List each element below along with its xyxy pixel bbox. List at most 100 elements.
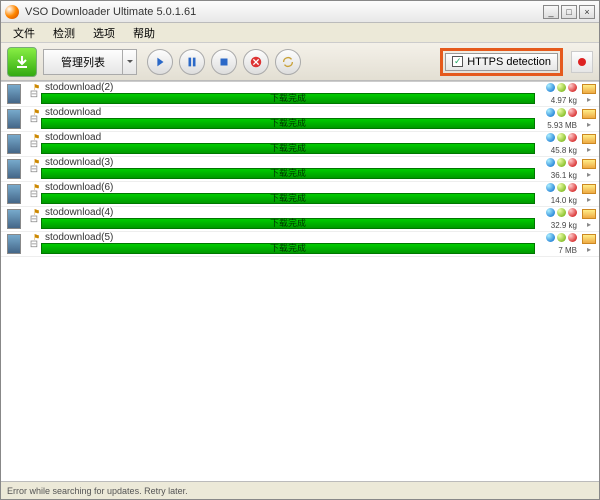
play-icon — [153, 55, 167, 69]
folder-icon[interactable] — [582, 84, 596, 94]
add-download-button[interactable] — [7, 47, 37, 77]
progress-status: 下载完成 — [270, 241, 306, 254]
download-name: stodownload — [45, 107, 101, 118]
start-button[interactable] — [147, 49, 173, 75]
manage-list-button[interactable]: 管理列表 — [43, 49, 123, 75]
download-item: ⚑stodownload(2)下载完成 — [41, 82, 535, 106]
row-actions: 4.97 kg — [535, 82, 579, 106]
row-side: ▸ — [579, 132, 599, 156]
menu-file[interactable]: 文件 — [5, 23, 43, 43]
convert-button[interactable] — [275, 49, 301, 75]
menu-options[interactable]: 选项 — [85, 23, 123, 43]
folder-icon[interactable] — [582, 134, 596, 144]
play-row-icon[interactable] — [557, 233, 566, 242]
info-icon[interactable] — [546, 208, 555, 217]
info-icon[interactable] — [546, 183, 555, 192]
download-list[interactable]: ⊟⚑stodownload(2)下载完成4.97 kg▸⊟⚑stodownloa… — [1, 81, 599, 481]
download-row[interactable]: ⊟⚑stodownload(3)下载完成36.1 kg▸ — [1, 157, 599, 182]
file-size: 45.8 kg — [551, 146, 577, 155]
more-icon[interactable]: ▸ — [587, 220, 591, 229]
flag-icon: ⚑ — [33, 133, 40, 142]
maximize-button[interactable]: □ — [561, 5, 577, 19]
play-row-icon[interactable] — [557, 108, 566, 117]
remove-row-icon[interactable] — [568, 183, 577, 192]
checkbox-icon: ✓ — [452, 56, 463, 67]
title-bar: VSO Downloader Ultimate 5.0.1.61 _ □ × — [1, 1, 599, 23]
row-side: ▸ — [579, 182, 599, 206]
thumbnail — [1, 82, 27, 106]
row-actions: 5.93 MB — [535, 107, 579, 131]
row-side: ▸ — [579, 107, 599, 131]
play-row-icon[interactable] — [557, 83, 566, 92]
file-size: 14.0 kg — [551, 196, 577, 205]
more-icon[interactable]: ▸ — [587, 95, 591, 104]
download-name: stodownload(2) — [45, 82, 113, 93]
minimize-button[interactable]: _ — [543, 5, 559, 19]
thumbnail — [1, 207, 27, 231]
download-arrow-icon — [14, 54, 30, 70]
menu-detect[interactable]: 检测 — [45, 23, 83, 43]
download-row[interactable]: ⊟⚑stodownload(5)下载完成7 MB▸ — [1, 232, 599, 257]
download-name: stodownload(3) — [45, 157, 113, 168]
flag-icon: ⚑ — [33, 208, 40, 217]
more-icon[interactable]: ▸ — [587, 145, 591, 154]
thumbnail — [1, 157, 27, 181]
folder-icon[interactable] — [582, 209, 596, 219]
record-icon — [578, 58, 586, 66]
chevron-down-icon — [126, 58, 134, 66]
info-icon[interactable] — [546, 133, 555, 142]
manage-list-dropdown[interactable] — [123, 49, 137, 75]
info-icon[interactable] — [546, 108, 555, 117]
https-detection-toggle[interactable]: ✓ HTTPS detection — [445, 53, 558, 71]
download-item: ⚑stodownload下载完成 — [41, 132, 535, 156]
remove-row-icon[interactable] — [568, 158, 577, 167]
remove-row-icon[interactable] — [568, 208, 577, 217]
remove-row-icon[interactable] — [568, 233, 577, 242]
remove-row-icon[interactable] — [568, 83, 577, 92]
more-icon[interactable]: ▸ — [587, 195, 591, 204]
https-detection-highlight: ✓ HTTPS detection — [440, 48, 563, 76]
thumbnail — [1, 232, 27, 256]
progress-status: 下载完成 — [270, 91, 306, 104]
download-row[interactable]: ⊟⚑stodownload下载完成5.93 MB▸ — [1, 107, 599, 132]
play-row-icon[interactable] — [557, 208, 566, 217]
thumbnail — [1, 182, 27, 206]
info-icon[interactable] — [546, 233, 555, 242]
folder-icon[interactable] — [582, 184, 596, 194]
download-item: ⚑stodownload(3)下载完成 — [41, 157, 535, 181]
pause-button[interactable] — [179, 49, 205, 75]
pause-icon — [185, 55, 199, 69]
file-size: 4.97 kg — [551, 96, 577, 105]
more-icon[interactable]: ▸ — [587, 245, 591, 254]
row-side: ▸ — [579, 82, 599, 106]
record-button[interactable] — [571, 51, 593, 73]
remove-row-icon[interactable] — [568, 133, 577, 142]
download-item: ⚑stodownload(4)下载完成 — [41, 207, 535, 231]
download-row[interactable]: ⊟⚑stodownload(4)下载完成32.9 kg▸ — [1, 207, 599, 232]
flag-icon: ⚑ — [33, 233, 40, 242]
more-icon[interactable]: ▸ — [587, 170, 591, 179]
folder-icon[interactable] — [582, 234, 596, 244]
stop-button[interactable] — [211, 49, 237, 75]
folder-icon[interactable] — [582, 159, 596, 169]
delete-button[interactable] — [243, 49, 269, 75]
more-icon[interactable]: ▸ — [587, 120, 591, 129]
flag-icon: ⚑ — [33, 83, 40, 92]
delete-icon — [249, 55, 263, 69]
row-actions: 7 MB — [535, 232, 579, 256]
menu-help[interactable]: 帮助 — [125, 23, 163, 43]
info-icon[interactable] — [546, 83, 555, 92]
toolbar: 管理列表 ✓ HTTPS detection — [1, 43, 599, 81]
play-row-icon[interactable] — [557, 183, 566, 192]
download-row[interactable]: ⊟⚑stodownload(6)下载完成14.0 kg▸ — [1, 182, 599, 207]
play-row-icon[interactable] — [557, 133, 566, 142]
flag-icon: ⚑ — [33, 108, 40, 117]
row-side: ▸ — [579, 207, 599, 231]
download-row[interactable]: ⊟⚑stodownload下载完成45.8 kg▸ — [1, 132, 599, 157]
folder-icon[interactable] — [582, 109, 596, 119]
info-icon[interactable] — [546, 158, 555, 167]
close-button[interactable]: × — [579, 5, 595, 19]
play-row-icon[interactable] — [557, 158, 566, 167]
download-row[interactable]: ⊟⚑stodownload(2)下载完成4.97 kg▸ — [1, 82, 599, 107]
remove-row-icon[interactable] — [568, 108, 577, 117]
